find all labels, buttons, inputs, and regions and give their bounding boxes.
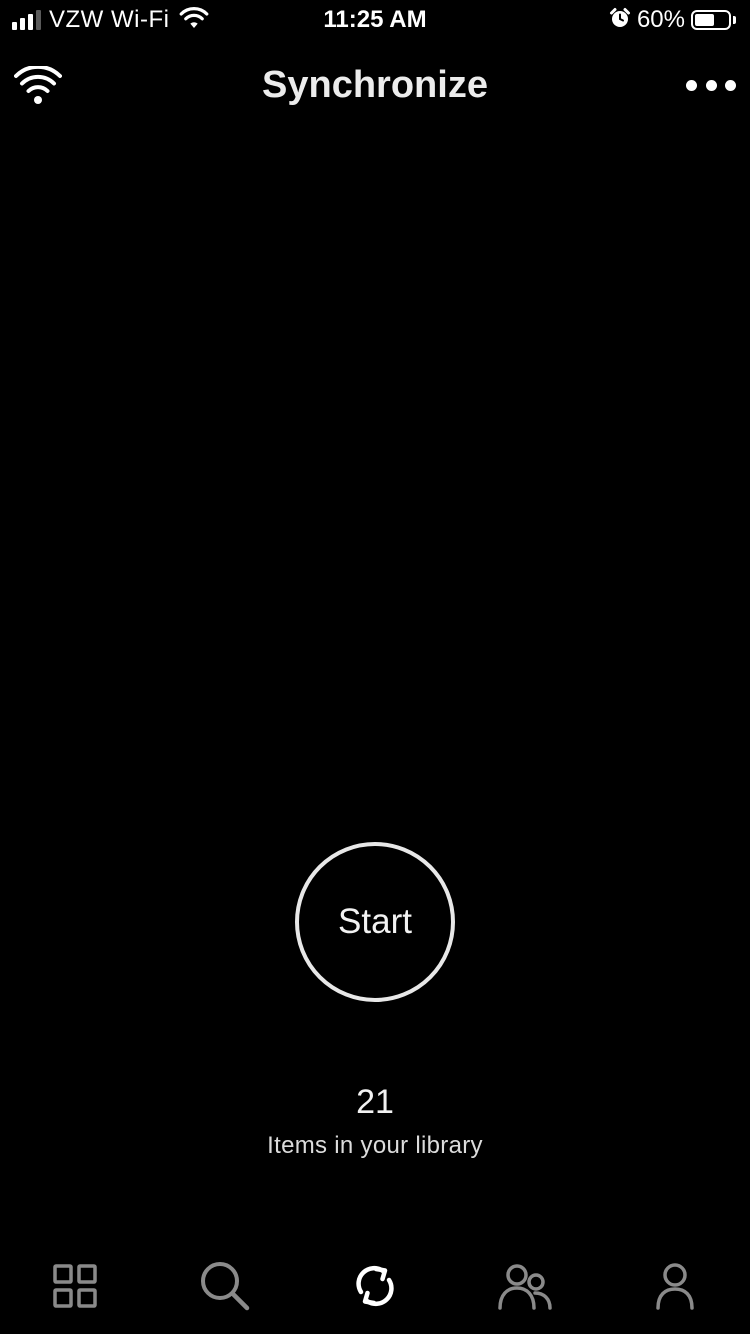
alarm-icon	[609, 7, 631, 34]
start-button-label: Start	[338, 902, 412, 941]
page-title: Synchronize	[262, 64, 488, 106]
battery-icon	[691, 10, 731, 30]
search-icon	[201, 1262, 250, 1311]
tab-bar	[0, 1240, 750, 1334]
status-right: 60%	[609, 6, 736, 34]
library-item-count: 21	[356, 1083, 394, 1121]
nav-bar: Synchronize	[0, 40, 750, 130]
tab-profile[interactable]	[645, 1258, 705, 1314]
more-button[interactable]	[686, 70, 736, 100]
library-item-caption: Items in your library	[267, 1132, 483, 1159]
tab-search[interactable]	[195, 1258, 255, 1314]
grid-icon	[53, 1264, 97, 1308]
tab-people[interactable]	[495, 1258, 555, 1314]
tab-sync[interactable]	[345, 1258, 405, 1314]
battery-cap	[733, 16, 736, 24]
people-icon	[498, 1264, 552, 1310]
start-sync-button[interactable]: Start	[295, 842, 455, 1002]
sync-icon	[356, 1265, 394, 1307]
more-icon	[686, 79, 697, 91]
person-icon	[656, 1263, 694, 1310]
battery-percent: 60%	[636, 6, 685, 33]
tab-library[interactable]	[45, 1258, 105, 1314]
status-bar: VZW Wi-Fi 11:25 AM 60%	[0, 0, 750, 40]
